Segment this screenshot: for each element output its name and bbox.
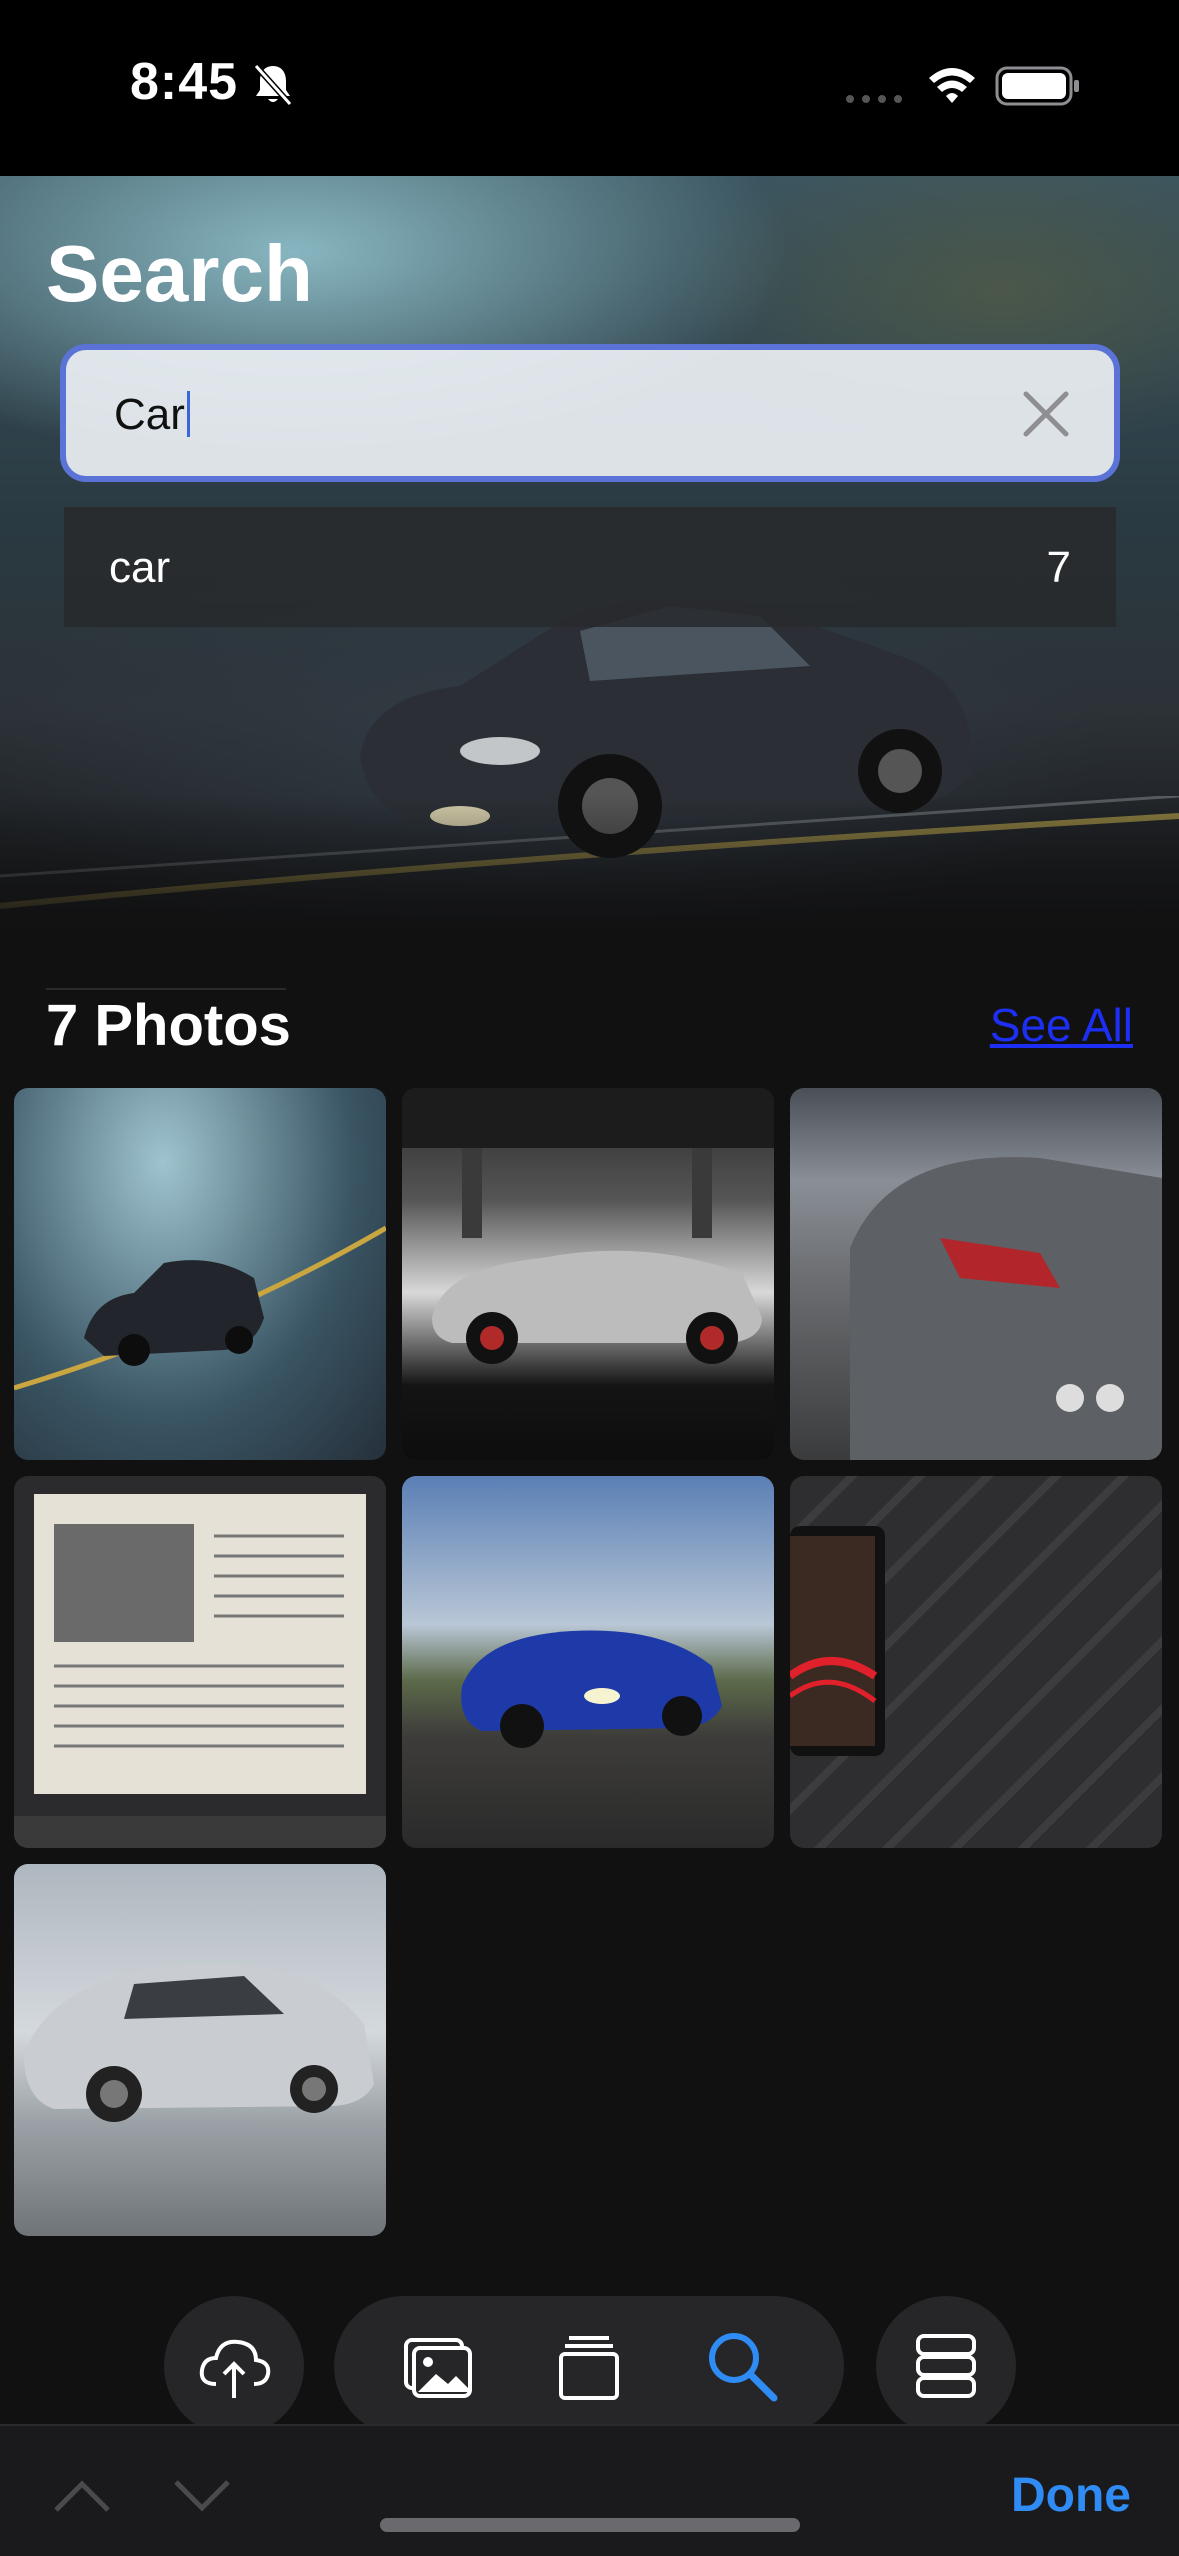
keyboard-accessory-bar: Done	[0, 2424, 1179, 2556]
text-caret	[186, 391, 190, 437]
photo-thumbnail[interactable]	[14, 1476, 386, 1848]
cellular-dots-icon	[846, 95, 902, 103]
chevron-up-icon[interactable]	[50, 2476, 114, 2516]
photo-thumbnail[interactable]	[402, 1476, 774, 1848]
search-icon[interactable]	[702, 2326, 782, 2406]
see-all-link[interactable]: See All	[990, 998, 1133, 1052]
battery-icon	[995, 66, 1079, 106]
status-bar: 8:45	[0, 0, 1179, 176]
results-heading: 7 Photos	[46, 993, 291, 1058]
photo-thumbnail[interactable]	[14, 1864, 386, 2236]
suggestion-label: car	[109, 543, 171, 592]
suggestion-count: 7	[1046, 543, 1071, 592]
page-title: Search	[46, 229, 313, 318]
cloud-upload-icon	[199, 2339, 271, 2398]
section-divider	[46, 988, 286, 990]
grey-coupe-image	[850, 1157, 1162, 1460]
xmark-icon[interactable]	[1020, 388, 1072, 440]
newspaper-clipping-image	[14, 1494, 386, 1848]
silver-sports-car-image	[402, 1088, 774, 1364]
wifi-icon	[929, 68, 975, 103]
menu-stack-icon	[916, 2334, 976, 2398]
phone-light-trails-image	[790, 1526, 885, 1756]
upload-button[interactable]	[164, 2296, 304, 2436]
done-button[interactable]: Done	[1011, 2468, 1131, 2523]
photo-thumbnail[interactable]	[790, 1088, 1162, 1460]
menu-button[interactable]	[876, 2296, 1016, 2436]
tab-toolbar	[0, 2296, 1179, 2436]
blue-coupe-image	[461, 1630, 722, 1748]
tab-group	[334, 2296, 844, 2436]
chevron-down-icon[interactable]	[170, 2476, 234, 2516]
search-suggestion[interactable]: car 7	[64, 507, 1116, 627]
search-query: Car	[114, 390, 185, 439]
status-time: 8:45	[130, 53, 239, 111]
silver-porsche-image	[24, 1963, 374, 2122]
photo-thumbnail[interactable]	[402, 1088, 774, 1460]
photo-thumbnail[interactable]	[14, 1088, 386, 1460]
photo-thumbnail[interactable]	[790, 1476, 1162, 1848]
home-indicator	[380, 2518, 800, 2532]
road-decoration	[0, 796, 1179, 909]
albums-icon[interactable]	[549, 2326, 629, 2406]
hatchback-image	[14, 1225, 386, 1391]
bell-slash-icon	[253, 63, 293, 107]
search-input[interactable]: Car	[60, 344, 1120, 482]
photos-icon[interactable]	[396, 2326, 476, 2406]
